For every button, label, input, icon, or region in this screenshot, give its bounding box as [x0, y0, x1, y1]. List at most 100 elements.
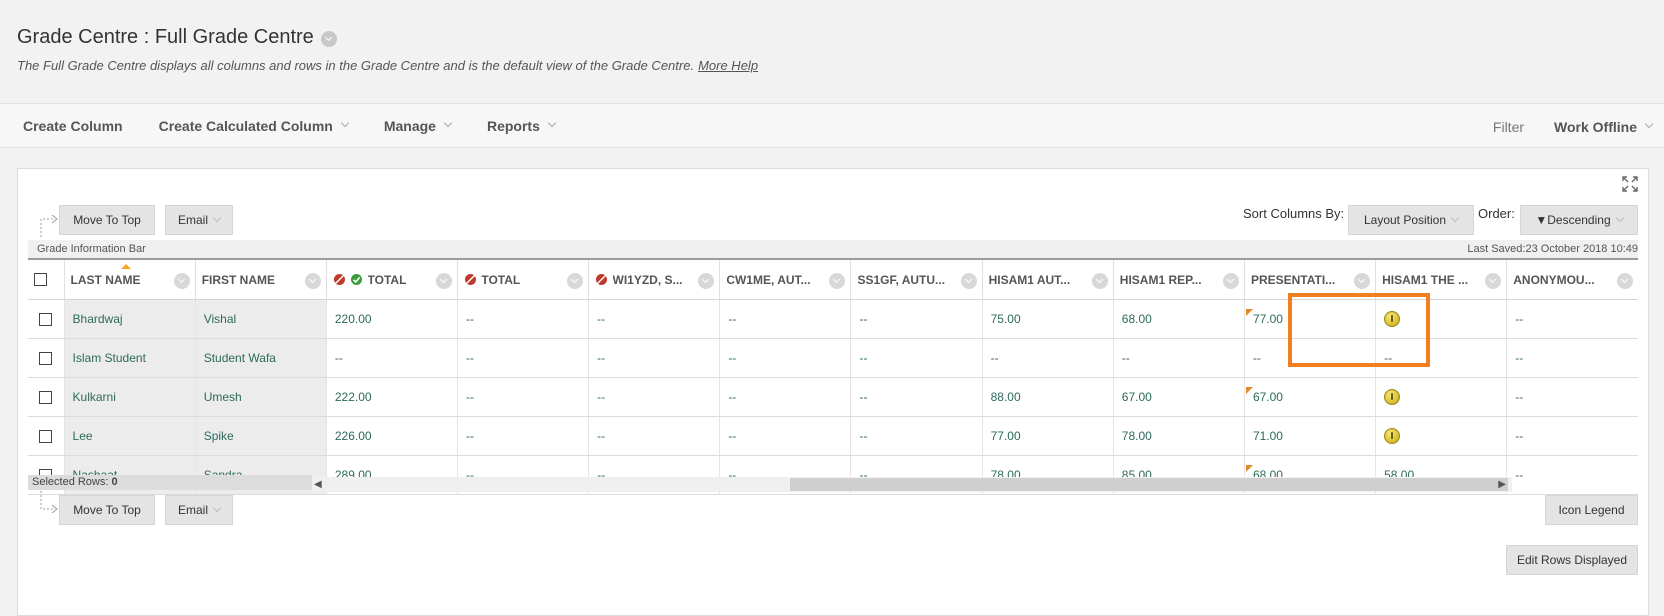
- icon-legend-button[interactable]: Icon Legend: [1545, 495, 1638, 525]
- grade-cell[interactable]: [1375, 377, 1507, 417]
- row-checkbox[interactable]: [39, 351, 53, 365]
- grade-cell[interactable]: --: [325, 338, 458, 378]
- grade-cell[interactable]: --: [850, 299, 983, 339]
- needs-grading-icon[interactable]: [1384, 427, 1401, 444]
- order-select[interactable]: ▼Descending: [1520, 205, 1638, 235]
- grade-cell[interactable]: --: [1506, 299, 1638, 339]
- grade-cell[interactable]: --: [850, 377, 983, 417]
- last-name-cell[interactable]: Kulkarni: [63, 377, 196, 417]
- column-options-chevron-icon[interactable]: [1091, 273, 1108, 289]
- grade-cell[interactable]: 222.00: [325, 377, 458, 417]
- grade-cell[interactable]: --: [719, 299, 851, 339]
- move-to-top-button-bottom[interactable]: Move To Top: [59, 495, 155, 525]
- grade-cell[interactable]: --: [1506, 377, 1638, 417]
- grade-cell[interactable]: --: [456, 416, 589, 456]
- grade-cell[interactable]: 67.00: [1243, 377, 1376, 417]
- create-calculated-column-menu[interactable]: Create Calculated Column: [159, 118, 350, 134]
- grade-cell[interactable]: --: [588, 338, 720, 378]
- column-options-chevron-icon[interactable]: [698, 273, 715, 289]
- expand-icon[interactable]: [1621, 175, 1639, 193]
- needs-grading-icon[interactable]: [1384, 388, 1401, 405]
- column-options-chevron-icon[interactable]: [1485, 273, 1502, 289]
- sort-columns-select[interactable]: Layout Position: [1348, 205, 1474, 235]
- column-header-total-1[interactable]: TOTAL: [325, 258, 458, 300]
- grade-cell[interactable]: 78.00: [1112, 416, 1245, 456]
- column-header-first-name[interactable]: FIRST NAME: [194, 258, 327, 300]
- grade-cell[interactable]: 67.00: [1112, 377, 1245, 417]
- grade-cell[interactable]: 77.00: [1243, 299, 1376, 339]
- edit-rows-displayed-button[interactable]: Edit Rows Displayed: [1506, 545, 1638, 575]
- manage-menu[interactable]: Manage: [384, 118, 453, 134]
- title-options-chevron-icon[interactable]: [320, 30, 337, 47]
- grade-cell[interactable]: 75.00: [981, 299, 1114, 339]
- column-options-chevron-icon[interactable]: [960, 273, 977, 289]
- column-header-anonymous[interactable]: ANONYMOU...: [1506, 258, 1638, 300]
- email-button-bottom[interactable]: Email: [165, 495, 233, 525]
- column-header-hisam1-aut[interactable]: HISAM1 AUT...: [981, 258, 1114, 300]
- column-options-chevron-icon[interactable]: [436, 273, 452, 289]
- create-column-button[interactable]: Create Column: [23, 118, 123, 134]
- email-button[interactable]: Email: [165, 205, 233, 235]
- grade-cell[interactable]: 68.00: [1112, 299, 1245, 339]
- grade-cell[interactable]: 226.00: [325, 416, 458, 456]
- first-name-cell[interactable]: Vishal: [194, 299, 327, 339]
- select-all-checkbox[interactable]: [34, 273, 47, 287]
- grade-cell[interactable]: --: [1506, 416, 1638, 456]
- last-name-cell[interactable]: Islam Student: [63, 338, 196, 378]
- needs-grading-icon[interactable]: [1384, 310, 1401, 327]
- column-header-ss1gf[interactable]: SS1GF, AUTU...: [850, 258, 983, 300]
- grade-cell[interactable]: --: [1112, 338, 1245, 378]
- grade-cell[interactable]: 220.00: [325, 299, 458, 339]
- last-name-cell[interactable]: Lee: [63, 416, 196, 456]
- column-options-chevron-icon[interactable]: [567, 273, 584, 289]
- more-help-link[interactable]: More Help: [698, 58, 758, 73]
- first-name-cell[interactable]: Student Wafa: [194, 338, 327, 378]
- grade-cell[interactable]: --: [719, 377, 851, 417]
- grade-cell[interactable]: --: [588, 377, 720, 417]
- column-header-cw1me[interactable]: CW1ME, AUT...: [719, 258, 851, 300]
- grade-cell[interactable]: --: [1375, 338, 1507, 378]
- column-options-chevron-icon[interactable]: [173, 273, 190, 289]
- column-header-wi1yzd[interactable]: WI1YZD, S...: [588, 258, 720, 300]
- grade-cell[interactable]: --: [719, 416, 851, 456]
- grade-cell[interactable]: --: [719, 338, 851, 378]
- grade-cell[interactable]: 71.00: [1243, 416, 1376, 456]
- scroll-right-icon[interactable]: ▶: [1498, 479, 1506, 490]
- row-checkbox[interactable]: [39, 312, 53, 326]
- column-options-chevron-icon[interactable]: [304, 273, 321, 289]
- work-offline-menu[interactable]: Work Offline: [1554, 119, 1654, 135]
- grade-cell[interactable]: --: [456, 377, 589, 417]
- column-header-presentation[interactable]: PRESENTATI...: [1243, 258, 1376, 300]
- grade-cell[interactable]: --: [1243, 338, 1376, 378]
- grade-cell[interactable]: --: [850, 338, 983, 378]
- grade-cell[interactable]: --: [588, 299, 720, 339]
- column-header-total-2[interactable]: TOTAL: [456, 258, 589, 300]
- grade-cell[interactable]: [1375, 416, 1507, 456]
- grade-cell[interactable]: 88.00: [981, 377, 1114, 417]
- column-options-chevron-icon[interactable]: [829, 273, 846, 289]
- grade-cell[interactable]: --: [456, 338, 589, 378]
- horizontal-scrollbar[interactable]: ◀ ▶: [312, 477, 1512, 492]
- reports-menu[interactable]: Reports: [487, 118, 557, 134]
- grade-cell[interactable]: --: [981, 338, 1114, 378]
- column-options-chevron-icon[interactable]: [1617, 273, 1633, 289]
- column-header-hisam1-the[interactable]: HISAM1 THE ...: [1375, 258, 1507, 300]
- move-to-top-button[interactable]: Move To Top: [59, 205, 155, 235]
- grade-cell[interactable]: [1375, 299, 1507, 339]
- grade-cell[interactable]: --: [456, 299, 589, 339]
- column-options-chevron-icon[interactable]: [1222, 273, 1239, 289]
- grade-cell[interactable]: 77.00: [981, 416, 1114, 456]
- scrollbar-thumb[interactable]: [790, 478, 1508, 491]
- grade-cell[interactable]: --: [850, 416, 983, 456]
- grade-cell[interactable]: --: [588, 416, 720, 456]
- first-name-cell[interactable]: Umesh: [194, 377, 327, 417]
- grade-cell[interactable]: --: [1506, 455, 1638, 495]
- grade-cell[interactable]: --: [1506, 338, 1638, 378]
- column-header-last-name[interactable]: LAST NAME: [63, 258, 196, 300]
- row-checkbox[interactable]: [39, 429, 53, 443]
- scroll-left-icon[interactable]: ◀: [314, 479, 322, 490]
- column-header-hisam1-rep[interactable]: HISAM1 REP...: [1112, 258, 1245, 300]
- column-options-chevron-icon[interactable]: [1354, 273, 1371, 289]
- row-checkbox[interactable]: [39, 390, 53, 404]
- last-name-cell[interactable]: Bhardwaj: [63, 299, 196, 339]
